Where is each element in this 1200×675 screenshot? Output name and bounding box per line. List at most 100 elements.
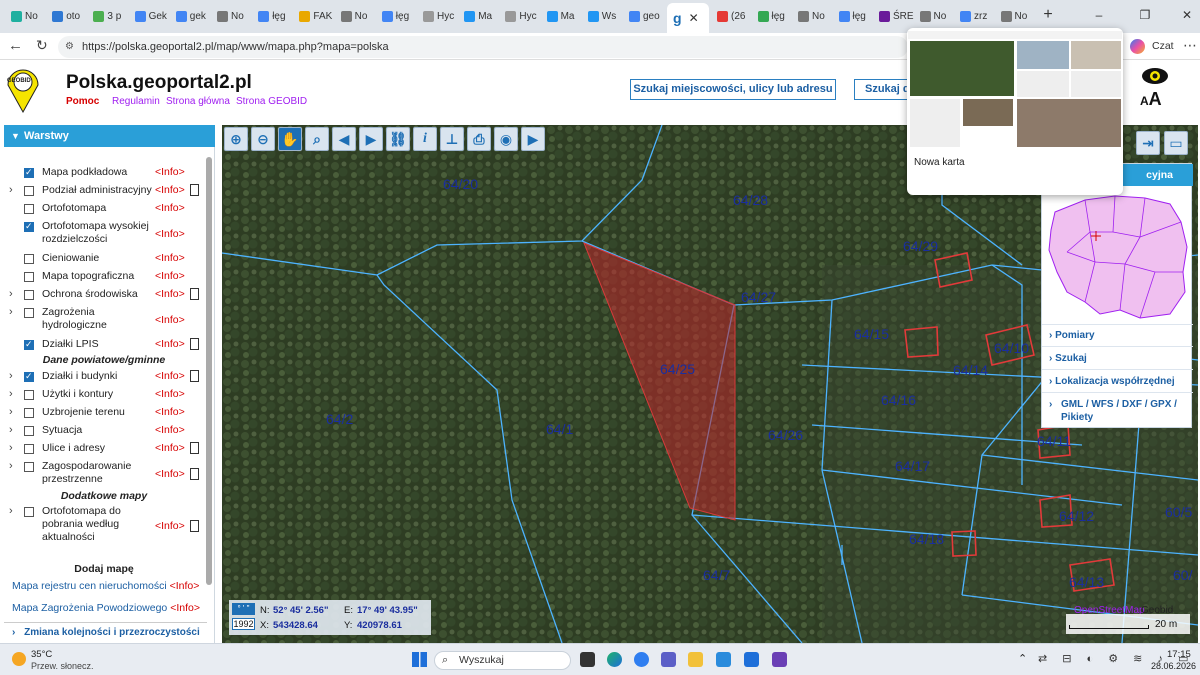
menu-icon[interactable]: ⋯ xyxy=(1183,37,1197,54)
close-window-button[interactable]: ✕ xyxy=(1180,8,1194,22)
coord-system-1992[interactable]: 1992 xyxy=(232,618,255,630)
clock-time[interactable]: 17:15 xyxy=(1167,649,1191,660)
zoom-out-icon[interactable]: ⊖ xyxy=(251,127,275,151)
accessibility-eye-icon[interactable] xyxy=(1141,67,1169,85)
browser-tab[interactable]: Hyc xyxy=(502,5,540,27)
layer-row[interactable]: › Podział administracyjny <Info> xyxy=(4,184,204,200)
layer-row[interactable]: Działki LPIS <Info> xyxy=(4,338,204,354)
browser-tab[interactable]: łęg xyxy=(255,5,293,27)
browser-tab[interactable]: (26 xyxy=(714,5,752,27)
browser-tab[interactable]: Ma xyxy=(461,5,499,27)
layer-row[interactable]: › Użytki i kontury <Info> xyxy=(4,388,204,404)
document-icon[interactable] xyxy=(190,184,199,196)
info-link[interactable]: <Info> xyxy=(155,424,185,436)
copilot-taskbar-icon[interactable] xyxy=(634,652,649,667)
edge-icon[interactable] xyxy=(607,652,622,667)
geobid-link[interactable]: Strona GEOBID xyxy=(236,96,307,107)
pan-hand-icon[interactable]: ✋ xyxy=(278,127,302,151)
layer-row[interactable]: Mapa topograficzna <Info> xyxy=(4,270,204,286)
layer-row[interactable]: › Zagospodarowanie przestrzenne <Info> xyxy=(4,460,204,488)
poland-minimap[interactable] xyxy=(1045,192,1191,320)
layer-checkbox[interactable] xyxy=(24,426,34,436)
browser-tab[interactable]: zrz xyxy=(957,5,995,27)
task-view-icon[interactable] xyxy=(580,652,595,667)
measurements-item[interactable]: › Pomiary xyxy=(1042,324,1193,346)
browser-tab[interactable]: 3 p xyxy=(90,5,128,27)
layer-row[interactable]: › Ulice i adresy <Info> xyxy=(4,442,204,458)
back-icon[interactable]: ← xyxy=(8,37,23,54)
copilot-icon[interactable] xyxy=(1130,39,1145,54)
browser-tab[interactable]: No xyxy=(214,5,252,27)
layer-row[interactable]: › Zagrożenia hydrologiczne <Info> xyxy=(4,306,204,334)
browser-tab[interactable]: oto xyxy=(49,5,87,27)
chevron-right-icon[interactable]: › xyxy=(9,505,13,517)
info-link[interactable]: <Info> xyxy=(155,166,185,178)
info-link[interactable]: <Info> xyxy=(170,602,200,614)
home-link[interactable]: Strona główna xyxy=(166,96,230,107)
link-icon[interactable]: ⛓ xyxy=(386,127,410,151)
sidebar-scrollbar[interactable] xyxy=(206,157,212,585)
coordinate-location-item[interactable]: › Lokalizacja współrzędnej xyxy=(1042,369,1193,392)
chevron-right-icon[interactable]: › xyxy=(9,388,13,400)
document-icon[interactable] xyxy=(190,288,199,300)
layer-checkbox[interactable] xyxy=(24,339,34,350)
info-link[interactable]: <Info> xyxy=(155,370,185,382)
close-icon[interactable]: ✕ xyxy=(689,11,699,25)
layer-row[interactable]: › Ochrona środowiska <Info> xyxy=(4,288,204,304)
info-link[interactable]: <Info> xyxy=(155,202,185,214)
browser-tab[interactable]: No xyxy=(338,5,376,27)
start-icon[interactable] xyxy=(412,652,427,667)
layer-checkbox[interactable] xyxy=(24,308,34,318)
browser-tab[interactable]: No xyxy=(795,5,833,27)
info-link[interactable]: <Info> xyxy=(170,580,200,592)
camera-icon[interactable]: ▶ xyxy=(521,127,545,151)
extra-map-link-prices[interactable]: Mapa rejestru cen nieruchomości <Info> xyxy=(12,580,199,592)
layer-checkbox[interactable] xyxy=(24,462,34,472)
layer-row[interactable]: Cieniowanie <Info> xyxy=(4,252,204,268)
tab-preview-popup[interactable]: Nowa karta xyxy=(907,28,1123,195)
document-icon[interactable] xyxy=(190,467,199,480)
layer-row[interactable]: › Sytuacja <Info> xyxy=(4,424,204,440)
extra-map-link-flood[interactable]: Mapa Zagrożenia Powodziowego <Info> xyxy=(12,602,200,614)
export-formats-item[interactable]: › GML / WFS / DXF / GPX / Pikiety xyxy=(1042,392,1193,428)
globe-icon[interactable]: ◉ xyxy=(494,127,518,151)
new-tab-button[interactable]: + xyxy=(1041,7,1055,23)
layer-checkbox[interactable] xyxy=(24,390,34,400)
clock-date[interactable]: 28.06.2026 xyxy=(1151,661,1196,671)
info-link[interactable]: <Info> xyxy=(155,270,185,282)
print-icon[interactable]: ⎙ xyxy=(467,127,491,151)
zoom-window-icon[interactable]: ⌕ xyxy=(305,127,329,151)
layer-checkbox[interactable] xyxy=(24,408,34,418)
app2-icon[interactable] xyxy=(772,652,787,667)
site-info-icon[interactable]: ⚙ xyxy=(65,36,74,58)
minimize-button[interactable]: – xyxy=(1092,8,1106,22)
help-link[interactable]: Pomoc xyxy=(66,96,99,107)
search-item[interactable]: › Szukaj xyxy=(1042,346,1193,369)
reload-icon[interactable]: ↻ xyxy=(36,37,48,54)
regulamin-link[interactable]: Regulamin xyxy=(112,96,160,107)
export-icon[interactable]: ⇥ xyxy=(1136,131,1160,155)
browser-tab[interactable]: łęg xyxy=(755,5,793,27)
layer-checkbox[interactable] xyxy=(24,221,34,232)
browser-tab[interactable]: No xyxy=(917,5,955,27)
info-link[interactable]: <Info> xyxy=(155,252,185,264)
info-link[interactable]: <Info> xyxy=(155,442,185,454)
browser-tab[interactable]: Ma xyxy=(544,5,582,27)
measure-icon[interactable]: ⊥ xyxy=(440,127,464,151)
weather-icon[interactable] xyxy=(12,652,26,666)
coord-system-dms[interactable]: ° ' " xyxy=(232,603,255,615)
font-size-icon[interactable]: AA xyxy=(1140,89,1162,110)
chevron-right-icon[interactable]: › xyxy=(9,424,13,436)
teams-icon[interactable] xyxy=(661,652,676,667)
search-parcel-button[interactable]: Szukaj d xyxy=(854,79,914,100)
layer-row[interactable]: Mapa podkładowa <Info> xyxy=(4,166,204,182)
layer-checkbox[interactable] xyxy=(24,290,34,300)
arrow-right-icon[interactable]: ▶ xyxy=(359,127,383,151)
info-link[interactable]: <Info> xyxy=(155,520,185,532)
store-icon[interactable] xyxy=(716,652,731,667)
url-field[interactable]: ⚙ https://polska.geoportal2.pl/map/www/m… xyxy=(58,36,908,58)
document-icon[interactable] xyxy=(190,370,199,382)
browser-tab[interactable]: No xyxy=(8,5,46,27)
layer-checkbox[interactable] xyxy=(24,444,34,454)
browser-tab[interactable]: gek xyxy=(173,5,211,27)
